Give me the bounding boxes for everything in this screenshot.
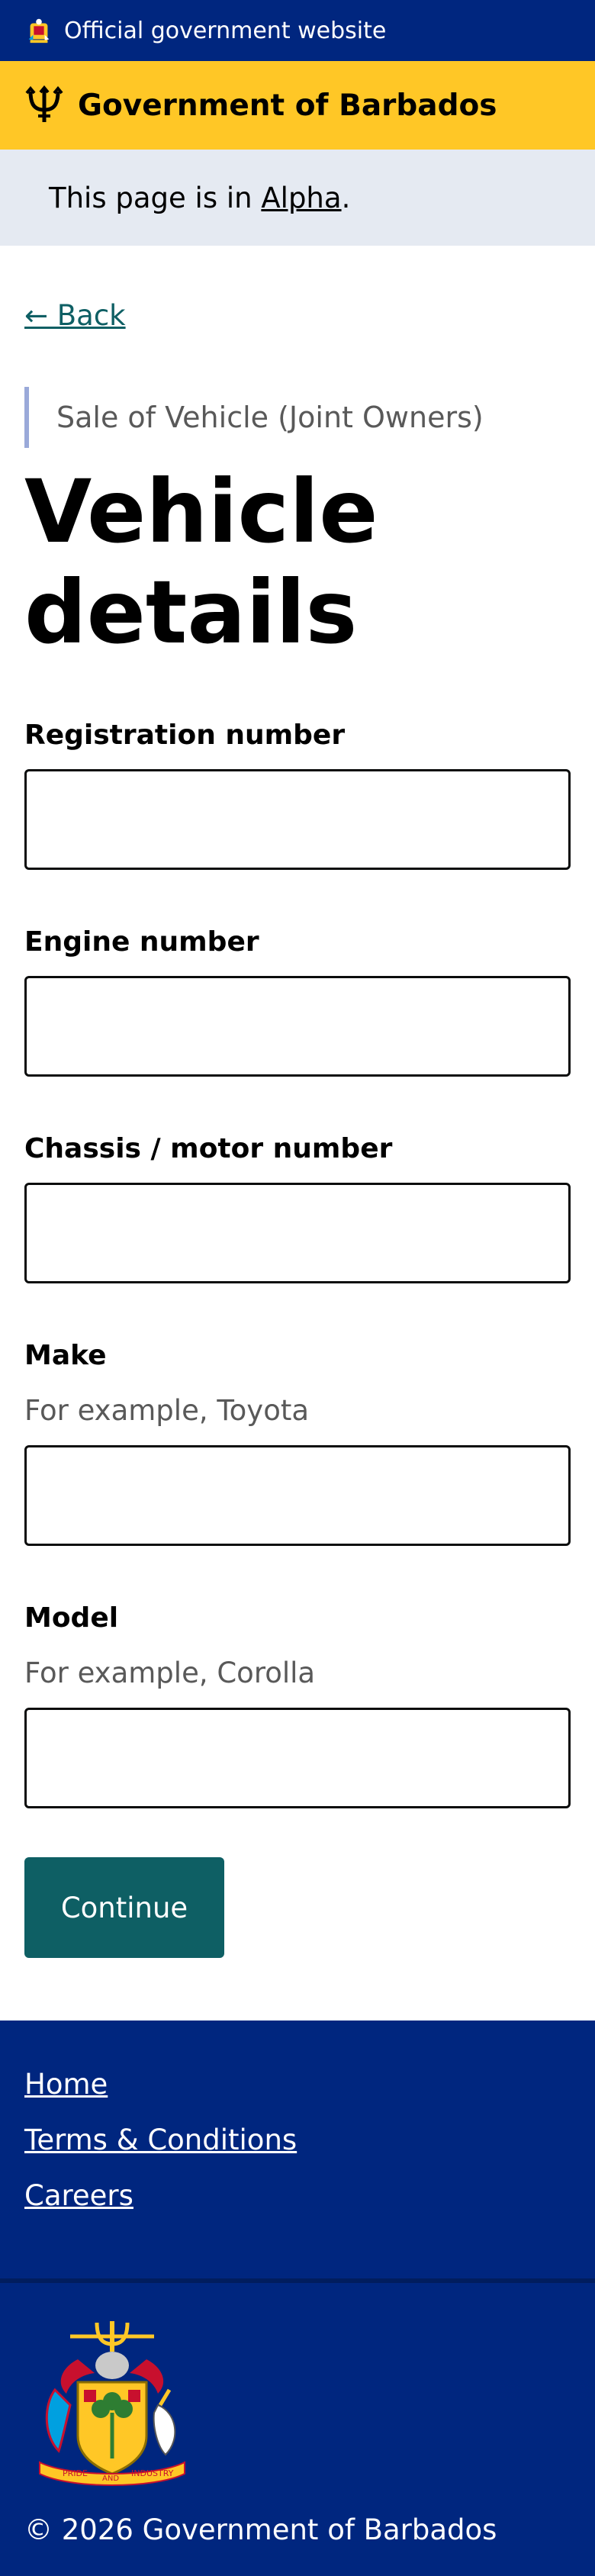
footer-link-careers[interactable]: Careers (24, 2179, 571, 2212)
motto-right: INDUSTRY (131, 2468, 174, 2478)
chassis-number-input[interactable] (24, 1183, 571, 1283)
motto-middle: AND (102, 2475, 119, 2483)
footer-bottom: PRIDE AND INDUSTRY © 2026 Government of … (0, 2283, 595, 2546)
chassis-number-field: Chassis / motor number (24, 1133, 571, 1283)
engine-number-field: Engine number (24, 926, 571, 1077)
phase-prefix: This page is in (49, 181, 262, 214)
phase-suffix: . (341, 181, 351, 214)
footer-link-home[interactable]: Home (24, 2068, 571, 2101)
registration-number-input[interactable] (24, 769, 571, 870)
motto-left: PRIDE (63, 2468, 88, 2478)
engine-number-input[interactable] (24, 976, 571, 1077)
footer-links: Home Terms & Conditions Careers (0, 2021, 595, 2283)
make-label: Make (24, 1340, 107, 1371)
barbados-crest-icon (28, 18, 50, 43)
registration-number-label: Registration number (24, 720, 346, 751)
footer-link-terms[interactable]: Terms & Conditions (24, 2124, 571, 2156)
engine-number-label: Engine number (24, 926, 259, 958)
make-field: Make For example, Toyota (24, 1340, 571, 1546)
make-hint: For example, Toyota (24, 1394, 310, 1427)
trident-icon (25, 85, 63, 122)
page-title: Vehicle details (24, 461, 378, 663)
continue-button[interactable]: Continue (24, 1857, 224, 1958)
back-link[interactable]: ← Back (24, 299, 126, 332)
model-field: Model For example, Corolla (24, 1602, 571, 1808)
registration-number-field: Registration number (24, 720, 571, 870)
model-input[interactable] (24, 1708, 571, 1808)
official-banner: Official government website (0, 0, 595, 61)
site-header: Government of Barbados (0, 61, 595, 150)
site-title[interactable]: Government of Barbados (78, 89, 497, 123)
make-input[interactable] (24, 1445, 571, 1546)
model-label: Model (24, 1602, 119, 1634)
copyright-notice: © 2026 Government of Barbados (24, 2513, 497, 2546)
main-content: ← Back Sale of Vehicle (Joint Owners) Ve… (0, 246, 595, 1958)
phase-banner: This page is in Alpha. (0, 150, 595, 246)
model-hint: For example, Corolla (24, 1657, 316, 1689)
coat-of-arms-icon: PRIDE AND INDUSTRY (39, 2321, 185, 2486)
phase-banner-text: This page is in Alpha. (49, 182, 350, 214)
page-caption: Sale of Vehicle (Joint Owners) (24, 387, 571, 448)
chassis-number-label: Chassis / motor number (24, 1133, 393, 1164)
official-website-label: Official government website (64, 17, 387, 44)
alpha-link[interactable]: Alpha (261, 182, 341, 214)
site-footer: Home Terms & Conditions Careers PRIDE AN… (0, 2021, 595, 2576)
